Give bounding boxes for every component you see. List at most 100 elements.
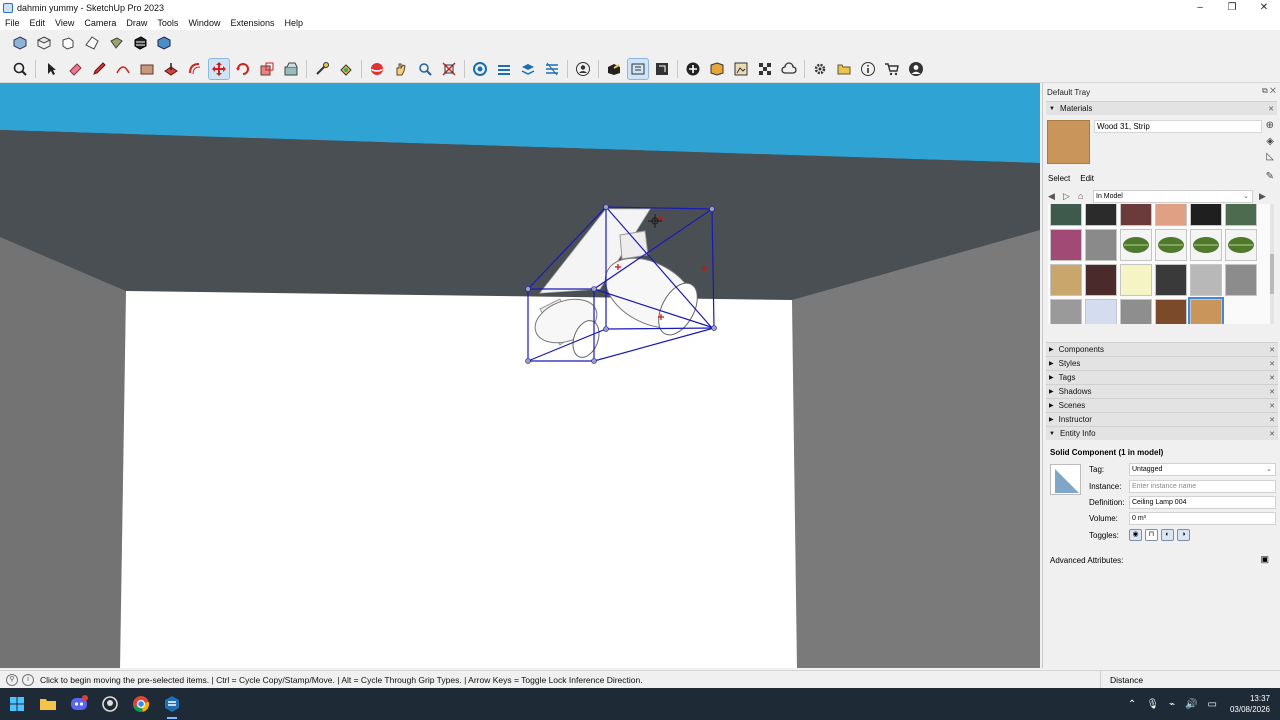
- details-icon[interactable]: ▶: [1259, 191, 1274, 202]
- measurements-box[interactable]: Distance: [1100, 671, 1280, 689]
- folder-icon[interactable]: [834, 59, 854, 79]
- material-swatch[interactable]: [1085, 204, 1117, 226]
- section-styles[interactable]: ▶ Styles ✕: [1046, 356, 1278, 370]
- chrome-icon[interactable]: [130, 693, 152, 715]
- left-view-icon[interactable]: [130, 33, 150, 53]
- section-entity-info[interactable]: ▼ Entity Info ✕: [1046, 426, 1278, 440]
- section-scenes[interactable]: ▶ Scenes ✕: [1046, 398, 1278, 412]
- offset-icon[interactable]: [185, 59, 205, 79]
- user-icon[interactable]: [573, 59, 593, 79]
- menu-help[interactable]: Help: [279, 18, 308, 28]
- battery-icon[interactable]: ▭: [1208, 699, 1217, 710]
- info-icon[interactable]: [858, 59, 878, 79]
- locked-toggle-icon[interactable]: ⊓: [1145, 529, 1158, 541]
- section-cuts-icon[interactable]: [542, 59, 562, 79]
- menu-draw[interactable]: Draw: [121, 18, 152, 28]
- cloud-icon[interactable]: [779, 59, 799, 79]
- material-name-field[interactable]: Wood 31, Strip: [1094, 120, 1262, 133]
- move-icon[interactable]: [208, 57, 230, 80]
- current-material-swatch[interactable]: [1047, 120, 1090, 164]
- file-explorer-icon[interactable]: [37, 693, 59, 715]
- pencil-icon[interactable]: [89, 59, 109, 79]
- display-section-icon[interactable]: [494, 59, 514, 79]
- microphone-icon[interactable]: 🎙: [1146, 699, 1159, 710]
- close-panel-icon[interactable]: ✕: [1269, 430, 1275, 438]
- section-components[interactable]: ▶ Components ✕: [1046, 342, 1278, 356]
- cart-icon[interactable]: [882, 59, 902, 79]
- close-panel-icon[interactable]: ✕: [1269, 402, 1275, 410]
- material-swatch[interactable]: [1225, 204, 1257, 226]
- scan-icon[interactable]: [755, 59, 775, 79]
- home-icon[interactable]: ⌂: [1078, 191, 1093, 201]
- section-plane-icon[interactable]: [470, 59, 490, 79]
- maximize-button[interactable]: ❐: [1216, 0, 1248, 15]
- material-swatch[interactable]: [1225, 264, 1257, 296]
- default-material-icon[interactable]: ◈: [1266, 136, 1274, 147]
- close-panel-icon[interactable]: ✕: [1269, 374, 1275, 382]
- menu-camera[interactable]: Camera: [79, 18, 121, 28]
- section-shadows[interactable]: ▶ Shadows ✕: [1046, 384, 1278, 398]
- account-icon[interactable]: [906, 59, 926, 79]
- add-location-icon[interactable]: [683, 59, 703, 79]
- close-panel-icon[interactable]: ✕: [1269, 360, 1275, 368]
- section-tags[interactable]: ▶ Tags ✕: [1046, 370, 1278, 384]
- forward-icon[interactable]: ▷: [1063, 191, 1078, 202]
- close-panel-icon[interactable]: ✕: [1269, 388, 1275, 396]
- material-swatch[interactable]: [1155, 264, 1187, 296]
- tag-dropdown[interactable]: Untagged ⌄: [1129, 463, 1276, 476]
- material-swatch[interactable]: [1120, 229, 1152, 261]
- material-swatch[interactable]: [1085, 299, 1117, 324]
- sketchup-icon[interactable]: [161, 693, 183, 719]
- paint-default-icon[interactable]: ◺: [1266, 151, 1274, 162]
- material-swatch[interactable]: [1155, 229, 1187, 261]
- minimize-button[interactable]: –: [1184, 0, 1216, 15]
- bottom-view-icon[interactable]: [154, 33, 174, 53]
- material-swatch[interactable]: [1050, 229, 1082, 261]
- tab-edit[interactable]: Edit: [1080, 174, 1094, 183]
- discord-icon[interactable]: [68, 693, 90, 715]
- paint-icon[interactable]: [336, 59, 356, 79]
- receive-shadows-icon[interactable]: ◐: [1161, 529, 1174, 541]
- menu-edit[interactable]: Edit: [25, 18, 51, 28]
- material-swatch[interactable]: [1190, 204, 1222, 226]
- back-icon[interactable]: ◀: [1048, 191, 1063, 202]
- cast-shadows-icon[interactable]: ◑: [1177, 529, 1190, 541]
- back-view-icon[interactable]: [106, 33, 126, 53]
- hidden-toggle-icon[interactable]: ◉: [1129, 529, 1142, 541]
- material-swatch[interactable]: [1085, 264, 1117, 296]
- arc-icon[interactable]: [113, 59, 133, 79]
- right-view-icon[interactable]: [82, 33, 102, 53]
- menu-file[interactable]: File: [0, 18, 25, 28]
- material-swatch[interactable]: [1188, 297, 1224, 324]
- zoom-icon[interactable]: [10, 59, 30, 79]
- menu-window[interactable]: Window: [183, 18, 225, 28]
- geolocation-icon[interactable]: ⚲: [6, 673, 18, 686]
- layout-icon[interactable]: [652, 59, 672, 79]
- github-icon[interactable]: [99, 693, 121, 715]
- scene-canvas[interactable]: [0, 83, 1040, 668]
- material-swatch[interactable]: [1155, 204, 1187, 226]
- pan-icon[interactable]: [391, 59, 411, 79]
- instance-name-input[interactable]: Enter instance name: [1129, 480, 1276, 493]
- material-swatch[interactable]: [1050, 264, 1082, 296]
- scale-icon[interactable]: [257, 59, 277, 79]
- network-icon[interactable]: ⌁: [1169, 699, 1175, 710]
- close-panel-icon[interactable]: ✕: [1268, 105, 1274, 113]
- photo-texture-icon[interactable]: [731, 59, 751, 79]
- sample-paint-icon[interactable]: ✎: [1266, 171, 1274, 182]
- material-swatch[interactable]: [1050, 299, 1082, 324]
- tray-pin-icon[interactable]: ⧉ ✕: [1262, 86, 1276, 96]
- iso-view-icon[interactable]: [10, 33, 30, 53]
- material-swatch[interactable]: [1190, 264, 1222, 296]
- expand-attributes-icon[interactable]: ▣: [1260, 554, 1269, 565]
- zoom-extents-icon[interactable]: [439, 59, 459, 79]
- close-panel-icon[interactable]: ✕: [1269, 346, 1275, 354]
- volume-icon[interactable]: 🔊: [1185, 699, 1197, 710]
- extension-warehouse-icon[interactable]: [627, 57, 649, 80]
- orbit-icon[interactable]: [367, 59, 387, 79]
- rectangle-icon[interactable]: [137, 59, 157, 79]
- front-view-icon[interactable]: [58, 33, 78, 53]
- tab-select[interactable]: Select: [1048, 174, 1070, 183]
- chevron-up-icon[interactable]: ⌃: [1128, 699, 1136, 710]
- materials-panel-header[interactable]: ▼ Materials ✕: [1046, 101, 1277, 115]
